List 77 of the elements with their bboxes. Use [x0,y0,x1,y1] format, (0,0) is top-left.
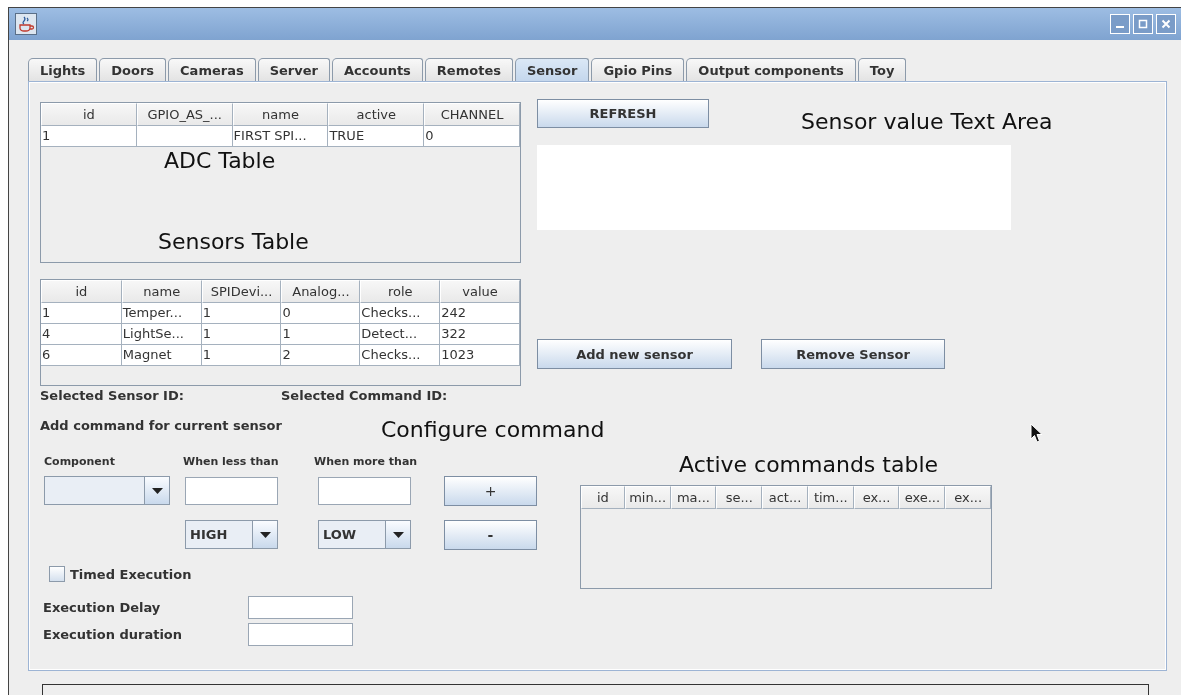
tab[interactable]: Doors [99,58,167,82]
table-cell: 0 [424,126,520,147]
tab[interactable]: Cameras [168,58,256,82]
input-field[interactable] [248,596,353,619]
tab[interactable]: Lights [28,58,98,82]
input-field[interactable] [248,623,353,646]
column-header[interactable]: se... [716,486,763,509]
column-header[interactable]: ex... [853,486,900,509]
column-header[interactable]: exe... [899,486,946,509]
column-header[interactable]: active [328,103,425,126]
table-cell: FIRST SPI... [232,126,329,147]
field-label: When more than [314,454,419,468]
column-header[interactable]: ex... [945,486,992,509]
maximize-icon[interactable] [1133,14,1153,34]
mouse-pointer-icon [1030,423,1043,443]
column-header[interactable]: ma... [670,486,717,509]
table-caption: Sensors Table [158,228,309,256]
add-button[interactable]: + [444,475,537,506]
tab[interactable]: Toy [857,58,907,82]
remove-sensor-button[interactable]: Remove Sensor [761,339,945,369]
column-header[interactable]: role [360,280,441,303]
column-header[interactable]: id [581,486,625,509]
field-label: Execution Delay [43,600,162,615]
table-cell: 2 [281,345,361,366]
input-field[interactable] [318,476,411,505]
table-caption: ADC Table [164,147,276,175]
column-header[interactable]: act... [762,486,808,509]
selected-command-label: Selected Command ID: [281,387,448,403]
field-label: Execution duration [43,627,184,642]
section-caption: Configure command [381,416,605,444]
close-icon[interactable] [1156,14,1176,34]
table-cell: TRUE [328,126,425,147]
input-field[interactable] [185,476,278,505]
refresh-button[interactable]: REFRESH [537,99,709,128]
caret-icon [259,531,271,538]
tab[interactable]: Accounts [332,58,423,82]
tab[interactable]: Server [257,58,330,82]
add-sensor-button[interactable]: Add new sensor [537,339,732,369]
caret-icon [151,487,163,494]
state-dropdown[interactable]: LOW [318,520,411,549]
column-header[interactable]: SPIDevi... [201,280,282,303]
table-caption: Active commands table [679,451,940,479]
column-header[interactable]: tim... [807,486,854,509]
coffee-cup-icon [15,13,37,35]
caret-icon [392,531,404,538]
selected-sensor-label: Selected Sensor ID: [40,387,185,403]
table-cell: 1 [201,345,282,366]
tab[interactable]: Output components [686,58,856,82]
column-header[interactable]: name [232,103,329,126]
table-cell: 6 [41,345,122,366]
column-header[interactable]: value [440,280,520,303]
state-dropdown[interactable]: HIGH [185,520,278,549]
tab[interactable]: Sensor [514,58,590,82]
dropdown-value: HIGH [189,526,229,544]
column-header[interactable]: Analog... [281,280,361,303]
minimize-icon[interactable] [1110,14,1130,34]
table-cell: 1023 [440,345,520,366]
field-label: When less than [183,454,280,468]
column-header[interactable]: name [121,280,202,303]
column-header[interactable]: id [41,280,122,303]
tab[interactable]: Remotes [424,58,513,82]
remove-button[interactable]: - [444,519,537,550]
add-command-label: Add command for current sensor [40,417,283,435]
text-area-caption: Sensor value Text Area [801,108,1053,136]
table-cell: 1 [41,126,137,147]
field-label: Component [44,454,116,468]
table-cell: Magnet [121,345,202,366]
checkbox[interactable] [49,566,65,582]
checkbox-label: Timed Execution [70,566,192,582]
column-header[interactable]: id [41,103,137,126]
column-header[interactable]: GPIO_AS_... [136,103,233,126]
column-header[interactable]: CHANNEL [424,103,520,126]
tab[interactable]: Gpio Pins [591,58,685,82]
table-cell: Checks... [360,345,441,366]
column-header[interactable]: min... [624,486,671,509]
dropdown-value: LOW [322,526,358,544]
component-dropdown[interactable] [44,476,170,505]
